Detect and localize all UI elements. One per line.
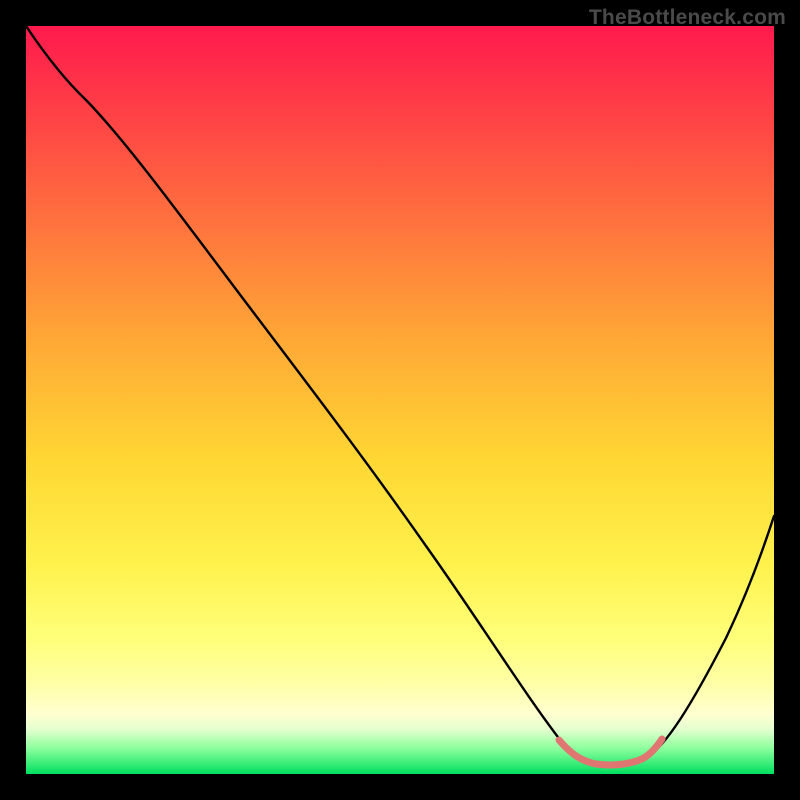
chart-frame: TheBottleneck.com <box>0 0 800 800</box>
chart-curve-layer <box>26 26 774 774</box>
bottleneck-curve <box>26 26 774 765</box>
brand-watermark: TheBottleneck.com <box>589 6 786 30</box>
chart-plot-area <box>26 26 774 774</box>
safe-zone-marker <box>559 739 662 765</box>
